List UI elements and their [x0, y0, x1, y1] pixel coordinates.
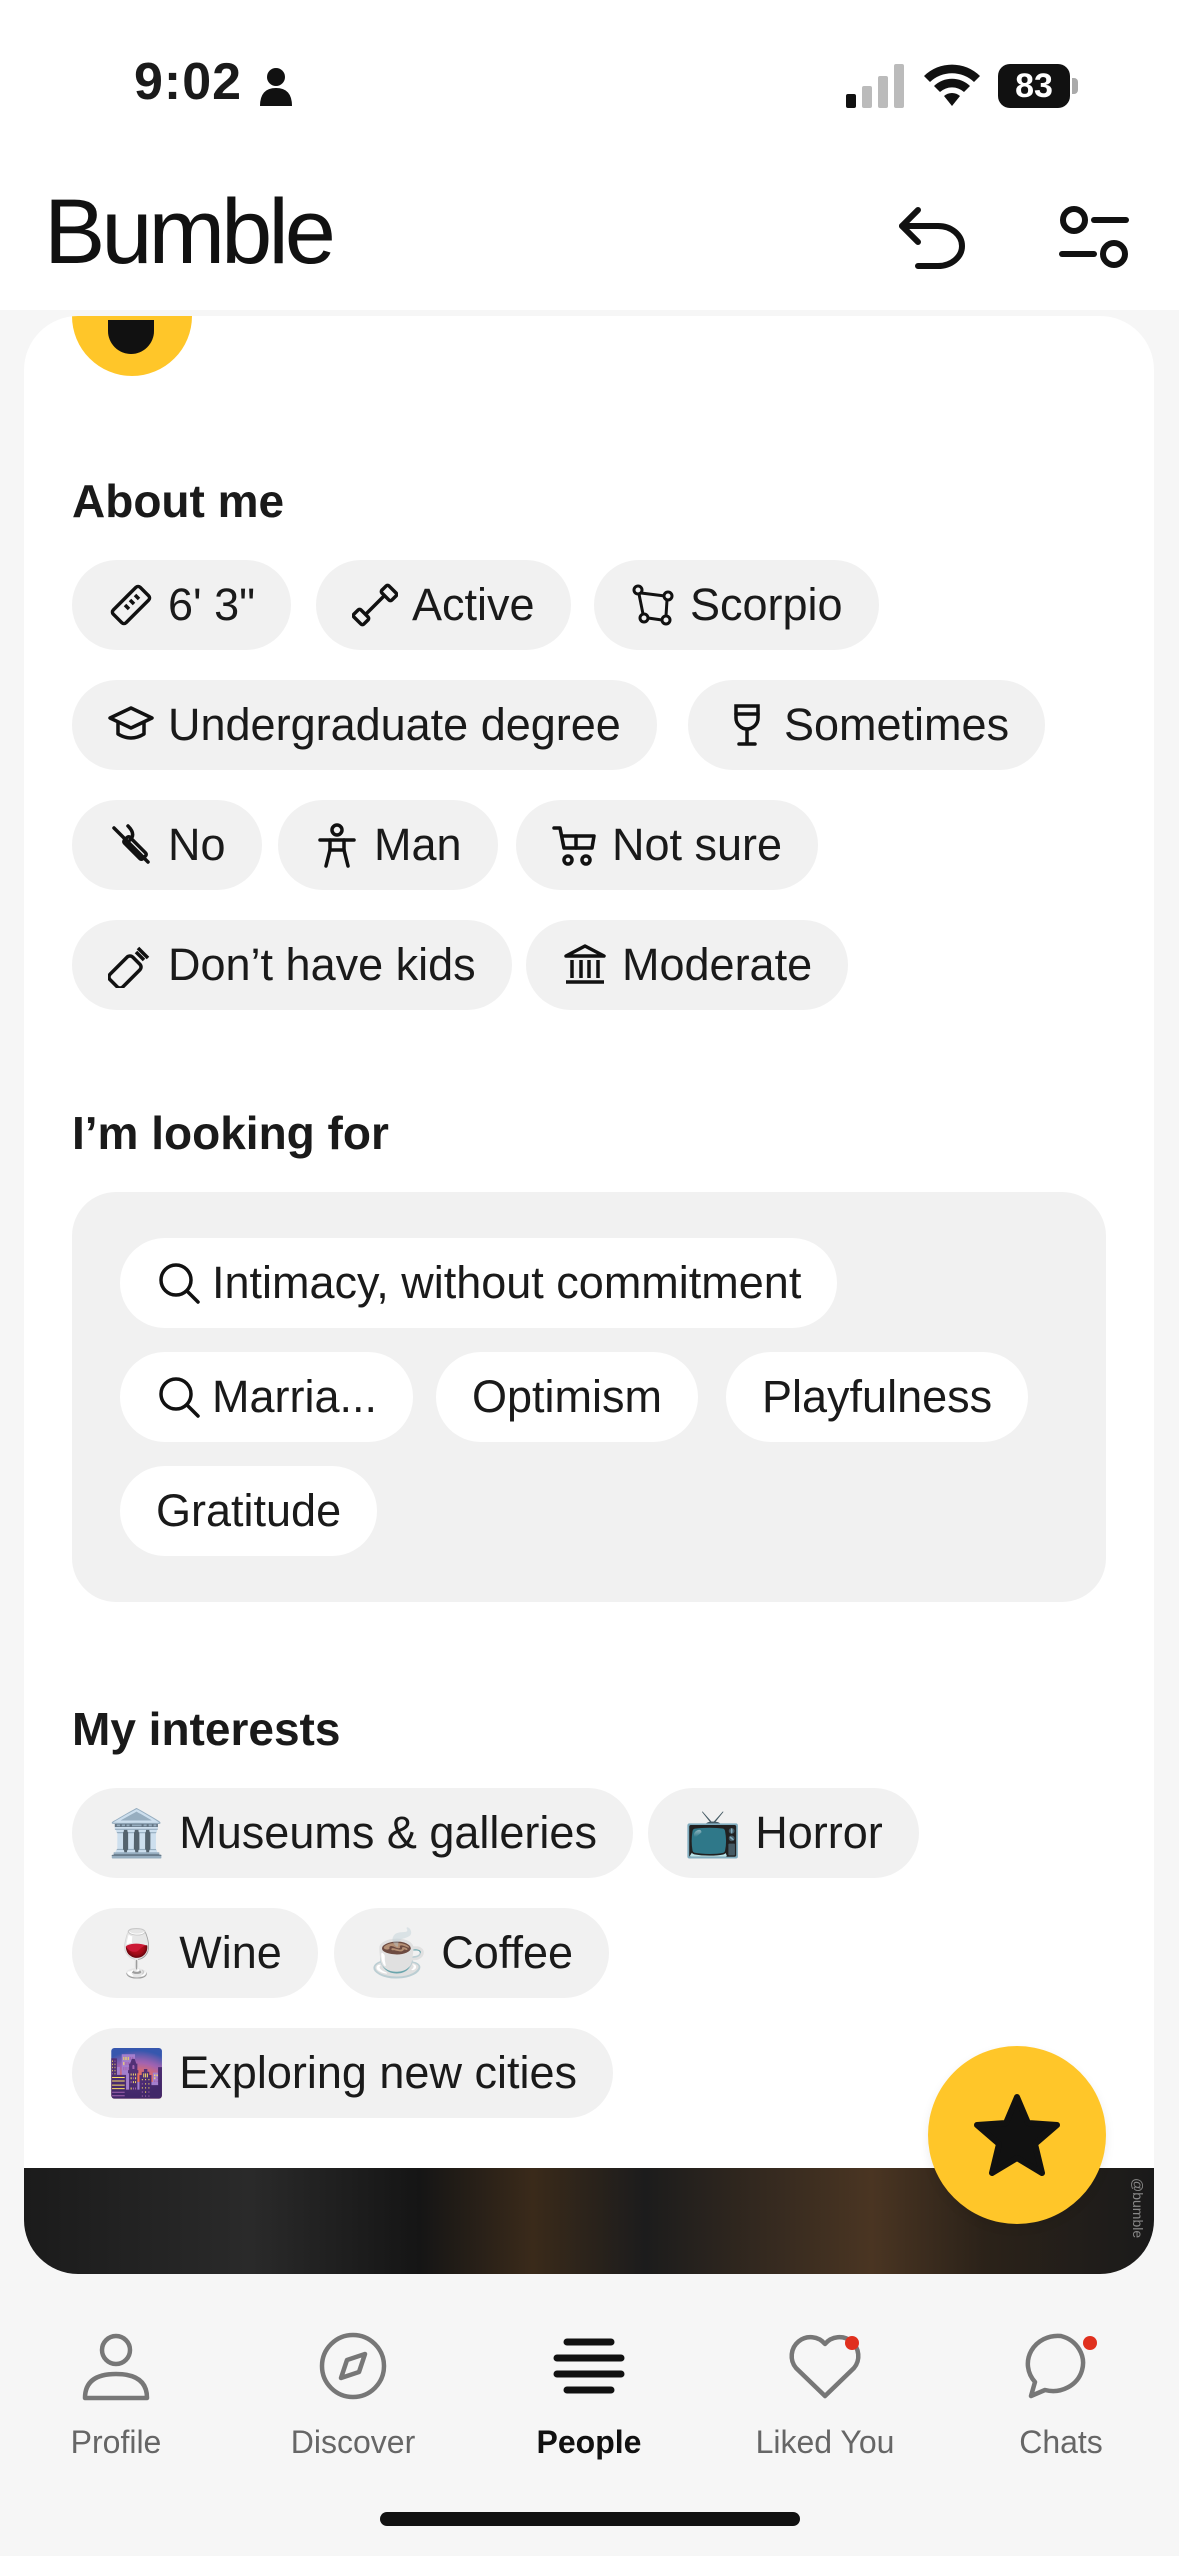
tab-label: Liked You — [755, 2424, 895, 2460]
museum-icon: 🏛️ — [108, 1807, 166, 1859]
government-icon — [564, 944, 606, 984]
wifi-icon — [924, 64, 980, 106]
filter-settings-icon — [1059, 206, 1129, 268]
about-me-title: About me — [72, 475, 285, 527]
compass-icon — [319, 2332, 387, 2400]
chip-education: Undergraduate degree — [72, 680, 657, 770]
wine-glass-icon — [734, 704, 760, 746]
search-icon — [159, 1263, 200, 1304]
looking-chip-marriage: Marria... — [120, 1352, 414, 1442]
wine-icon: 🍷 — [108, 1927, 166, 1979]
notification-dot — [1083, 2336, 1097, 2350]
search-icon — [159, 1377, 200, 1418]
ruler-icon — [110, 584, 152, 626]
chip-label: No — [168, 819, 226, 870]
looking-chip-gratitude: Gratitude — [120, 1466, 378, 1556]
stroller-icon — [552, 826, 596, 866]
app-header: Bumble — [0, 170, 1179, 310]
cellular-signal-icon — [846, 64, 904, 108]
chip-exercise: Active — [316, 560, 571, 650]
chip-label: Museums & galleries — [179, 1807, 597, 1858]
battery-tip — [1072, 78, 1078, 94]
zodiac-icon — [632, 584, 674, 626]
chip-label: Optimism — [472, 1371, 662, 1422]
interest-chip-cities: 🌆 Exploring new cities — [72, 2028, 613, 2118]
interest-chip-horror: 📺 Horror — [648, 1788, 919, 1878]
looking-chip-playfulness: Playfulness — [726, 1352, 1029, 1442]
star-icon — [974, 2094, 1060, 2176]
interest-chip-museums: 🏛️ Museums & galleries — [72, 1788, 633, 1878]
interest-chip-wine: 🍷 Wine — [72, 1908, 318, 1998]
chip-label: Playfulness — [762, 1371, 993, 1422]
photo-watermark: @bumble — [1130, 2178, 1146, 2239]
no-smoking-icon — [112, 824, 150, 864]
tab-discover[interactable]: Discover — [253, 2316, 453, 2461]
chip-label: Wine — [179, 1927, 282, 1978]
dumbbell-icon — [352, 583, 398, 627]
chip-label: Don’t have kids — [168, 939, 476, 990]
chip-drinking: Sometimes — [688, 680, 1046, 770]
chip-zodiac: Scorpio — [594, 560, 879, 650]
chip-gender: Man — [278, 800, 498, 890]
chip-family-plans: Not sure — [516, 800, 819, 890]
my-interests-title: My interests — [72, 1703, 341, 1755]
chip-label: 6' 3" — [168, 579, 256, 630]
people-icon — [553, 2338, 625, 2394]
chip-label: Exploring new cities — [179, 2047, 577, 2098]
chip-label: Man — [374, 819, 462, 870]
chip-label: Gratitude — [156, 1485, 342, 1536]
tab-label: People — [536, 2424, 642, 2460]
looking-chip-optimism: Optimism — [436, 1352, 698, 1442]
chip-kids: Don’t have kids — [72, 920, 512, 1010]
chip-label: Active — [412, 579, 535, 630]
looking-chip-intimacy: Intimacy, without commitment — [120, 1238, 838, 1328]
bumble-logo: Bumble — [44, 181, 336, 283]
tab-label: Chats — [1019, 2424, 1103, 2460]
tab-profile[interactable]: Profile — [16, 2316, 216, 2461]
chip-label: Intimacy, without commitment — [212, 1257, 802, 1308]
chip-label: Sometimes — [784, 699, 1010, 750]
profile-icon — [82, 2333, 150, 2401]
profile-card[interactable]: About me 6' 3" Active Scorpio Undergradu… — [24, 316, 1154, 2274]
filter-button[interactable] — [1046, 190, 1142, 286]
chip-label: Horror — [755, 1807, 883, 1858]
person-icon — [318, 823, 356, 868]
notification-dot — [845, 2336, 859, 2350]
undo-icon — [899, 207, 965, 269]
status-time: 9:02 — [134, 53, 243, 111]
looking-for-box: Intimacy, without commitment Marria... O… — [72, 1192, 1106, 1602]
chip-politics: Moderate — [526, 920, 849, 1010]
undo-button[interactable] — [884, 190, 980, 286]
chip-label: Undergraduate degree — [168, 699, 621, 750]
tab-label: Discover — [290, 2424, 416, 2460]
person-icon — [260, 68, 292, 106]
tab-label: Profile — [70, 2424, 162, 2460]
bottle-icon — [108, 946, 150, 988]
looking-for-title: I’m looking for — [72, 1107, 389, 1159]
chip-smoking: No — [72, 800, 262, 890]
chip-label: Coffee — [441, 1927, 574, 1978]
tab-chats[interactable]: Chats — [961, 2316, 1161, 2461]
graduation-cap-icon — [108, 706, 154, 740]
cityscape-icon: 🌆 — [108, 2047, 166, 2099]
tv-icon: 📺 — [684, 1807, 742, 1859]
chip-height: 6' 3" — [72, 560, 292, 650]
status-bar: 9:02 83 — [0, 0, 1179, 170]
chip-label: Marria... — [212, 1371, 378, 1422]
chip-label: Moderate — [622, 939, 813, 990]
battery-indicator: 83 — [998, 64, 1070, 108]
chip-label: Scorpio — [690, 579, 843, 630]
tab-liked-you[interactable]: Liked You — [725, 2316, 925, 2461]
superswipe-button[interactable] — [928, 2046, 1106, 2224]
tab-people[interactable]: People — [489, 2316, 689, 2461]
chip-label: Not sure — [612, 819, 783, 870]
home-indicator — [380, 2512, 800, 2526]
interest-chip-coffee: ☕ Coffee — [334, 1908, 610, 1998]
coffee-icon: ☕ — [370, 1927, 428, 1979]
verified-badge — [72, 316, 192, 376]
